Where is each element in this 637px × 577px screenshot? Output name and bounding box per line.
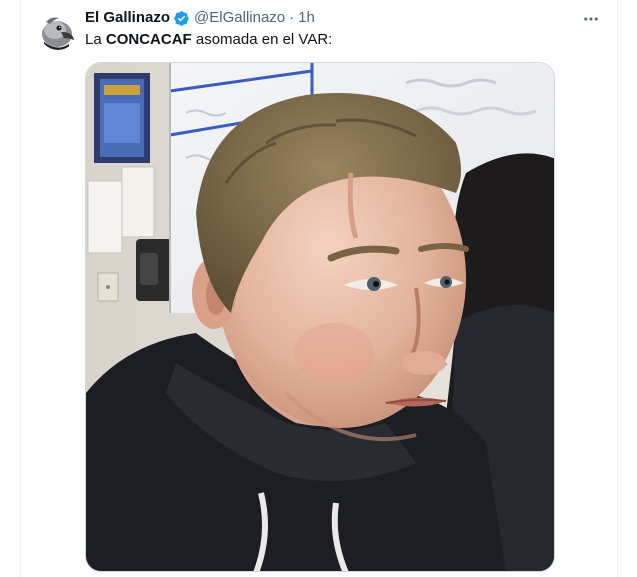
author-handle[interactable]: @ElGallinazo	[194, 8, 285, 28]
meme-photo	[86, 63, 554, 571]
author-avatar[interactable]	[39, 12, 77, 50]
more-options-button[interactable]	[579, 8, 603, 30]
page: El Gallinazo @ElGallinazo · 1h La CONCAC…	[0, 0, 637, 577]
tweet-text: La CONCACAF asomada en el VAR:	[85, 30, 332, 50]
author-display-name[interactable]: El Gallinazo	[85, 8, 170, 28]
tweet-timestamp[interactable]: 1h	[298, 8, 315, 28]
tweet-card[interactable]: El Gallinazo @ElGallinazo · 1h La CONCAC…	[20, 0, 618, 577]
verified-badge-icon	[173, 10, 190, 27]
separator-dot: ·	[289, 9, 295, 26]
tweet-media-photo[interactable]	[85, 62, 555, 572]
vulture-avatar-icon	[39, 12, 77, 50]
tweet-text-prefix: La	[85, 31, 106, 48]
more-horizontal-icon	[584, 17, 598, 21]
tweet-text-bold: CONCACAF	[105, 31, 192, 48]
tweet-text-suffix: asomada en el VAR:	[191, 31, 333, 48]
tweet-header: El Gallinazo @ElGallinazo · 1h	[85, 8, 315, 28]
